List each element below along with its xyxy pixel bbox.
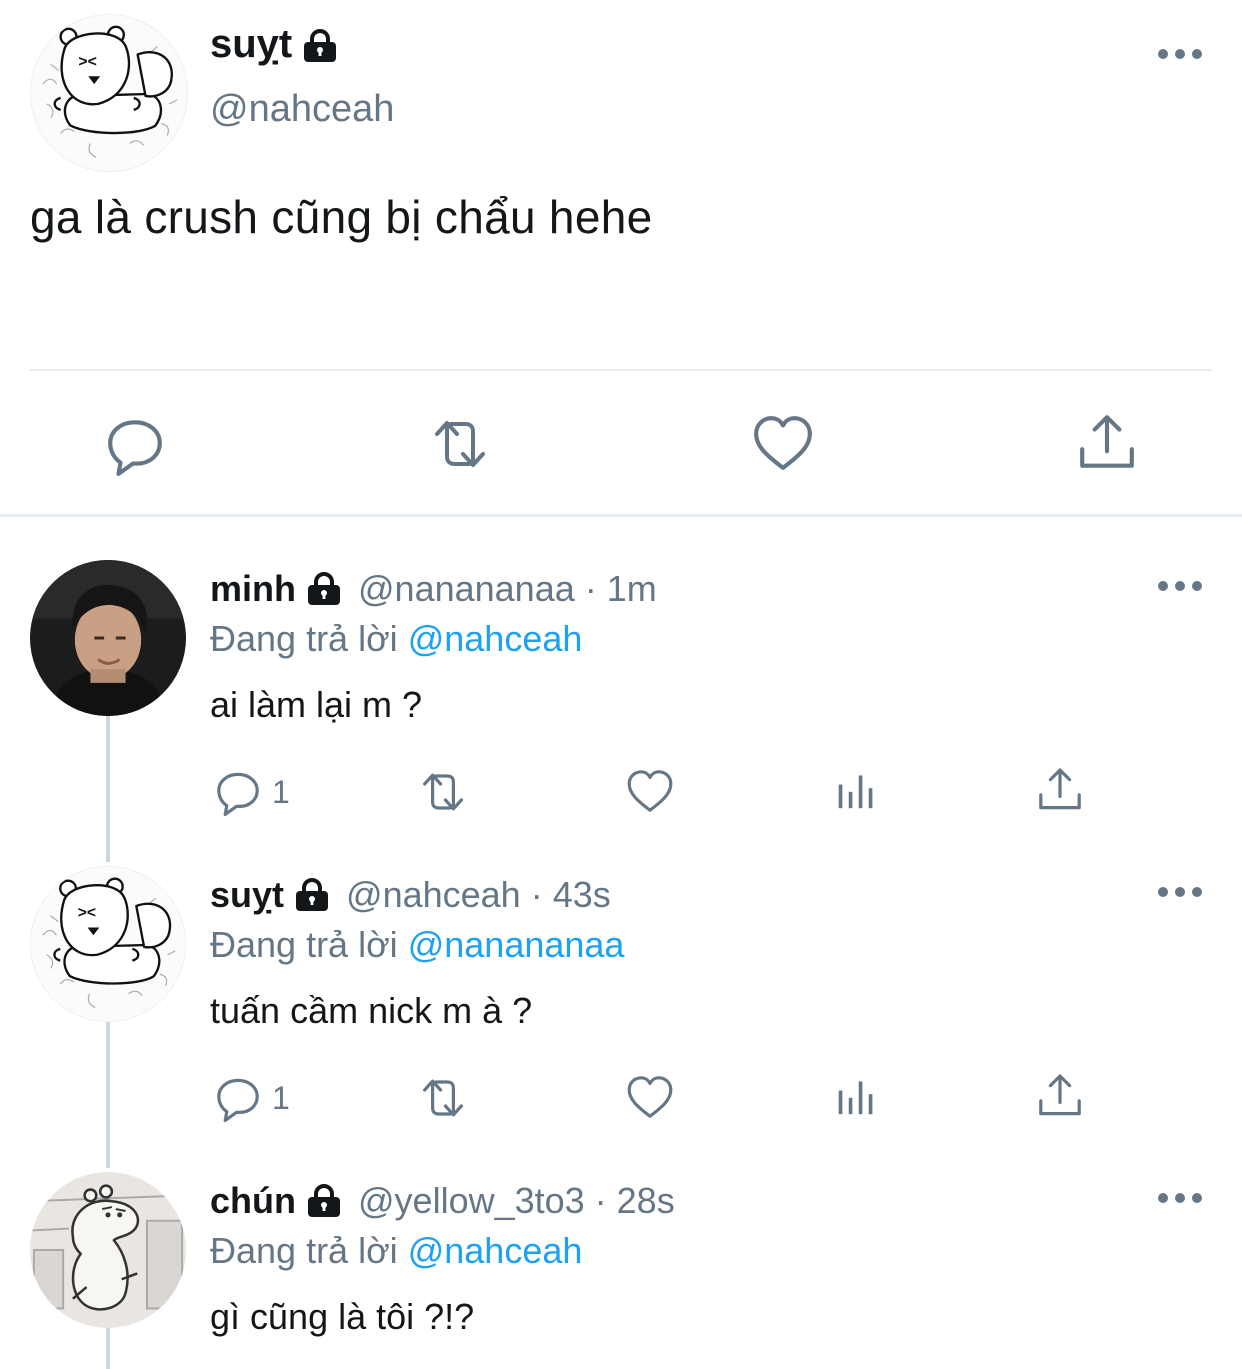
reply-avatar[interactable] xyxy=(30,1172,186,1328)
reply-text: tuấn cầm nick m à ? xyxy=(210,990,533,1031)
more-icon[interactable] xyxy=(1158,882,1202,902)
author-handle[interactable]: @nahceah xyxy=(210,88,394,131)
reply-text: ai làm lại m ? xyxy=(210,684,423,725)
more-icon[interactable] xyxy=(1158,1188,1202,1208)
reply-count: 1 xyxy=(272,1079,290,1116)
replying-to: Đang trả lời @nanananaa xyxy=(210,924,624,966)
reply-header: suỵt @nahceah · 43s xyxy=(210,874,611,916)
divider xyxy=(30,369,1212,371)
reply-author-handle[interactable]: @nahceah xyxy=(346,874,521,916)
replying-to: Đang trả lời @nahceah xyxy=(210,618,582,660)
author-avatar[interactable] xyxy=(30,14,188,172)
thread-line xyxy=(106,1022,110,1168)
reply-time: · 28s xyxy=(594,1180,675,1221)
retweet-icon[interactable] xyxy=(424,414,496,479)
author-name[interactable]: suỵt xyxy=(210,22,292,67)
reply-count: 1 xyxy=(272,773,290,810)
replying-to: Đang trả lời @nahceah xyxy=(210,1230,582,1272)
reply-icon[interactable] xyxy=(104,414,166,481)
reply-header: minh @nanananaa · 1m xyxy=(210,568,657,610)
retweet-icon[interactable] xyxy=(414,1074,472,1127)
reply-action[interactable]: 1 xyxy=(214,768,290,816)
retweet-icon[interactable] xyxy=(414,768,472,821)
reply-author-handle[interactable]: @nanananaa xyxy=(358,568,575,610)
share-icon[interactable] xyxy=(1036,766,1084,819)
replying-prefix: Đang trả lời xyxy=(210,618,398,659)
mention-link[interactable]: @nahceah xyxy=(408,618,583,659)
share-icon[interactable] xyxy=(1076,412,1138,479)
reply-time: · 43s xyxy=(530,874,611,915)
reply-header: chún @yellow_3to3 · 28s xyxy=(210,1180,675,1222)
reply-author-name[interactable]: suỵt xyxy=(210,874,284,916)
tweet-text: ga là crush cũng bị chẩu hehe xyxy=(30,191,653,243)
lock-icon xyxy=(302,28,338,62)
reply-icon[interactable] xyxy=(214,1074,262,1122)
section-divider xyxy=(0,514,1242,517)
reply-avatar[interactable] xyxy=(30,560,186,716)
lock-icon xyxy=(306,572,342,606)
thread-line xyxy=(106,716,110,862)
replying-prefix: Đang trả lời xyxy=(210,1230,398,1271)
reply-action[interactable]: 1 xyxy=(214,1074,290,1122)
share-icon[interactable] xyxy=(1036,1072,1084,1125)
heart-icon[interactable] xyxy=(752,414,814,477)
reply-author-name[interactable]: minh xyxy=(210,568,296,610)
mention-link[interactable]: @nanananaa xyxy=(408,924,625,965)
analytics-icon[interactable] xyxy=(836,770,876,815)
reply-author-handle[interactable]: @yellow_3to3 xyxy=(358,1180,585,1222)
reply-avatar[interactable] xyxy=(30,866,186,1022)
author-name-row[interactable]: suỵt xyxy=(210,22,338,67)
thread-line xyxy=(106,1328,110,1369)
more-icon[interactable] xyxy=(1158,576,1202,596)
lock-icon xyxy=(306,1184,342,1218)
reply-author-name[interactable]: chún xyxy=(210,1180,296,1222)
analytics-icon[interactable] xyxy=(836,1076,876,1121)
replying-prefix: Đang trả lời xyxy=(210,924,398,965)
reply-icon[interactable] xyxy=(214,768,262,816)
heart-icon[interactable] xyxy=(626,1074,674,1125)
mention-link[interactable]: @nahceah xyxy=(408,1230,583,1271)
more-icon[interactable] xyxy=(1158,44,1202,64)
heart-icon[interactable] xyxy=(626,768,674,819)
reply-text: gì cũng là tôi ?!? xyxy=(210,1296,475,1337)
reply-time: · 1m xyxy=(584,568,657,609)
lock-icon xyxy=(294,878,330,912)
